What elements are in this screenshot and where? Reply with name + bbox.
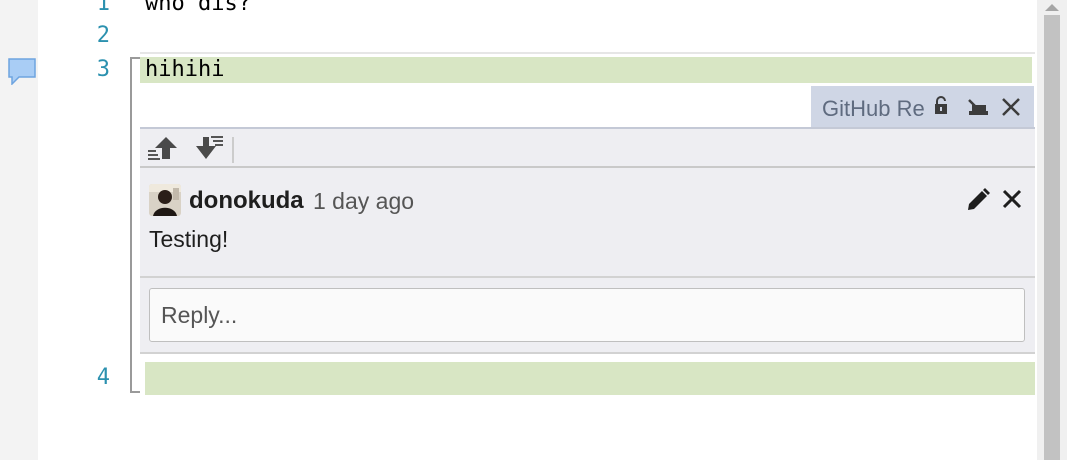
reply-section xyxy=(140,276,1035,354)
close-tab-icon[interactable] xyxy=(1001,97,1021,122)
line-number-3: 3 xyxy=(96,57,110,82)
next-comment-icon[interactable] xyxy=(193,135,223,166)
lock-icon[interactable] xyxy=(933,96,949,121)
user-avatar xyxy=(149,184,181,216)
peek-tab-title: GitHub Review xyxy=(822,96,925,121)
code-line-3[interactable]: hihihi xyxy=(145,57,224,82)
code-line-1[interactable]: who dis? xyxy=(145,0,251,16)
comment-glyph-icon[interactable] xyxy=(7,57,37,90)
comment-body: Testing! xyxy=(149,226,229,252)
toolbar-separator xyxy=(232,137,234,163)
comment-author[interactable]: donokuda xyxy=(189,187,304,215)
reply-input[interactable] xyxy=(149,288,1025,342)
peek-toolbar xyxy=(140,127,1035,168)
pencil-icon[interactable] xyxy=(965,187,991,218)
previous-comment-icon[interactable] xyxy=(148,135,178,166)
peek-tab[interactable]: GitHub Review xyxy=(811,86,1034,128)
line-number-2: 2 xyxy=(96,23,110,48)
comment-time: 1 day ago xyxy=(313,188,415,214)
peek-top-border xyxy=(140,52,1035,54)
peek-bracket xyxy=(130,57,140,393)
close-icon[interactable] xyxy=(1001,188,1023,215)
scrollbar-thumb[interactable] xyxy=(1044,15,1060,460)
comment-thread: donokuda 1 day ago Testing! xyxy=(140,168,1035,278)
line-4-highlight xyxy=(145,362,1035,395)
promote-tab-icon[interactable] xyxy=(967,97,989,122)
line-3-highlight xyxy=(140,57,1032,83)
line-number-4: 4 xyxy=(96,365,110,390)
line-number-1: 1 xyxy=(96,0,110,16)
